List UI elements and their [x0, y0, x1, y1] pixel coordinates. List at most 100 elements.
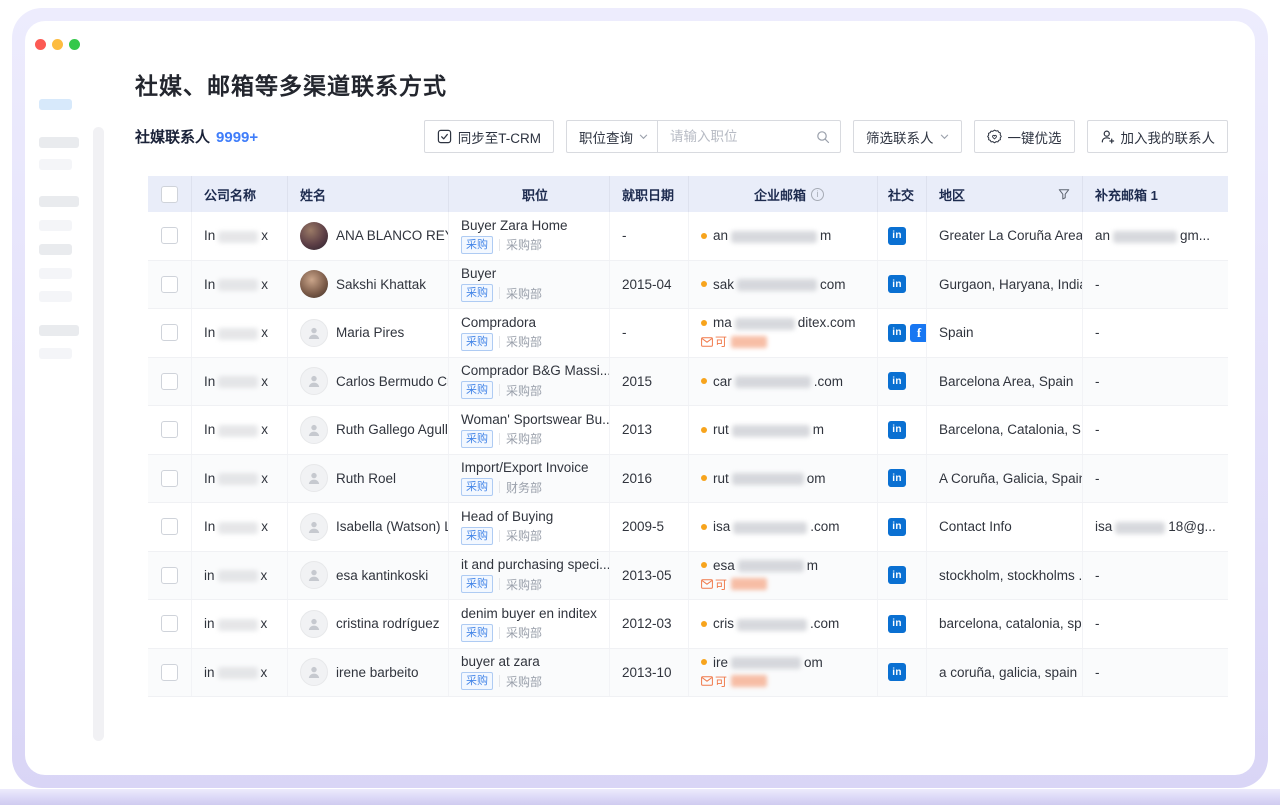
- region-cell: Greater La Coruña Area: [927, 212, 1083, 260]
- position-title: Comprador B&G Massi...: [461, 363, 610, 378]
- email-address-prefix: ire: [713, 655, 728, 670]
- linkedin-icon[interactable]: in: [888, 275, 906, 293]
- email-line: anm: [701, 228, 831, 243]
- header-name: 姓名: [288, 176, 449, 212]
- redacted-blur: [731, 578, 767, 590]
- redacted-blur: [731, 675, 767, 687]
- sidebar-skeleton-bar: [39, 325, 79, 336]
- email-address: rutom: [713, 471, 826, 486]
- company-cell: Inx: [192, 406, 288, 454]
- row-select-cell: [148, 503, 192, 551]
- close-window-icon[interactable]: [35, 39, 46, 50]
- tag-divider: [499, 384, 500, 396]
- one-click-optimize-button[interactable]: 一键优选: [974, 120, 1075, 153]
- sidebar-skeleton-bar: [39, 268, 72, 279]
- facebook-icon[interactable]: f: [910, 324, 927, 342]
- row-checkbox[interactable]: [161, 276, 178, 293]
- email-line: isa.com: [701, 519, 840, 534]
- social-cell: in: [878, 503, 927, 551]
- row-select-cell: [148, 261, 192, 309]
- company-cell: inx: [192, 552, 288, 600]
- row-checkbox[interactable]: [161, 227, 178, 244]
- table-row: inxirene barbeitobuyer at zara采购采购部2013-…: [148, 649, 1228, 698]
- linkedin-icon[interactable]: in: [888, 227, 906, 245]
- position-search-input[interactable]: [668, 128, 816, 145]
- company-name-suffix: x: [261, 374, 268, 389]
- filter-contacts-button[interactable]: 筛选联系人: [853, 120, 962, 153]
- extra-email-cell: -: [1083, 552, 1228, 600]
- row-checkbox[interactable]: [161, 615, 178, 632]
- extra-email-cell: -: [1083, 455, 1228, 503]
- linkedin-icon[interactable]: in: [888, 324, 906, 342]
- row-checkbox[interactable]: [161, 373, 178, 390]
- redacted-blur: [218, 473, 258, 485]
- company-name-prefix: In: [204, 422, 215, 437]
- redacted-blur: [218, 522, 258, 534]
- department-label: 采购部: [506, 624, 542, 641]
- redacted-blur: [218, 619, 258, 631]
- social-cell: in: [878, 552, 927, 600]
- redacted-blur: [218, 231, 258, 243]
- company-name-suffix: x: [261, 325, 268, 340]
- linkedin-icon[interactable]: in: [888, 421, 906, 439]
- premium-badge-icon: [987, 129, 1002, 144]
- position-query-select[interactable]: 职位查询: [566, 120, 658, 153]
- company-name-prefix: In: [204, 325, 215, 340]
- linkedin-icon[interactable]: in: [888, 566, 906, 584]
- linkedin-icon[interactable]: in: [888, 615, 906, 633]
- email-cell: isa.com: [689, 503, 878, 551]
- email-line: cris.com: [701, 616, 839, 631]
- toolbar: 社媒联系人 9999+ 同步至T-CRM 职位查询: [135, 119, 1228, 154]
- row-checkbox[interactable]: [161, 664, 178, 681]
- contact-name: ANA BLANCO REY: [336, 228, 449, 243]
- company-cell: Inx: [192, 455, 288, 503]
- linkedin-icon[interactable]: in: [888, 663, 906, 681]
- maximize-window-icon[interactable]: [69, 39, 80, 50]
- company-cell: Inx: [192, 503, 288, 551]
- linkedin-icon[interactable]: in: [888, 518, 906, 536]
- contact-name: cristina rodríguez: [336, 616, 440, 631]
- table-body: InxANA BLANCO REYBuyer Zara Home采购采购部-an…: [148, 212, 1228, 697]
- social-cell: in: [878, 600, 927, 648]
- sync-to-crm-button[interactable]: 同步至T-CRM: [424, 120, 554, 153]
- sidebar-skeleton-bar: [39, 220, 72, 231]
- region-cell: Contact Info: [927, 503, 1083, 551]
- extra-email-cell: -: [1083, 309, 1228, 357]
- row-checkbox[interactable]: [161, 421, 178, 438]
- deliverable-tag: 可: [701, 576, 767, 593]
- extra-email-cell: angm...: [1083, 212, 1228, 260]
- extra-email: angm...: [1095, 228, 1210, 243]
- page-bottom-band: [0, 789, 1280, 805]
- row-checkbox[interactable]: [161, 567, 178, 584]
- sidebar-divider: [93, 127, 104, 741]
- email-address-prefix: rut: [713, 471, 729, 486]
- name-cell: ANA BLANCO REY: [288, 212, 449, 260]
- minimize-window-icon[interactable]: [52, 39, 63, 50]
- contact-name: irene barbeito: [336, 665, 419, 680]
- name-cell: esa kantinkoski: [288, 552, 449, 600]
- row-checkbox[interactable]: [161, 470, 178, 487]
- select-all-checkbox[interactable]: [161, 186, 178, 203]
- linkedin-icon[interactable]: in: [888, 469, 906, 487]
- role-tag: 采购: [461, 527, 493, 545]
- email-status-dot: [701, 378, 707, 384]
- company-name: Inx: [204, 228, 268, 243]
- region-cell: Barcelona Area, Spain: [927, 358, 1083, 406]
- filter-funnel-icon[interactable]: [1058, 188, 1070, 200]
- email-address: esam: [713, 558, 818, 573]
- row-checkbox[interactable]: [161, 518, 178, 535]
- email-status-dot: [701, 621, 707, 627]
- company-name-suffix: x: [261, 568, 268, 583]
- position-cell: Woman' Sportswear Bu...采购采购部: [449, 406, 610, 454]
- email-status-dot: [701, 320, 707, 326]
- redacted-blur: [733, 522, 807, 534]
- start-date-cell: 2013: [610, 406, 689, 454]
- info-icon[interactable]: i: [811, 188, 824, 201]
- avatar-placeholder-icon: [300, 367, 328, 395]
- extra-email-prefix: an: [1095, 228, 1110, 243]
- linkedin-icon[interactable]: in: [888, 372, 906, 390]
- start-date-cell: 2016: [610, 455, 689, 503]
- browser-frame: 社媒、邮箱等多渠道联系方式 社媒联系人 9999+ 同步至T-CRM 职位查询: [12, 8, 1268, 788]
- add-to-my-contacts-button[interactable]: 加入我的联系人: [1087, 120, 1229, 153]
- row-checkbox[interactable]: [161, 324, 178, 341]
